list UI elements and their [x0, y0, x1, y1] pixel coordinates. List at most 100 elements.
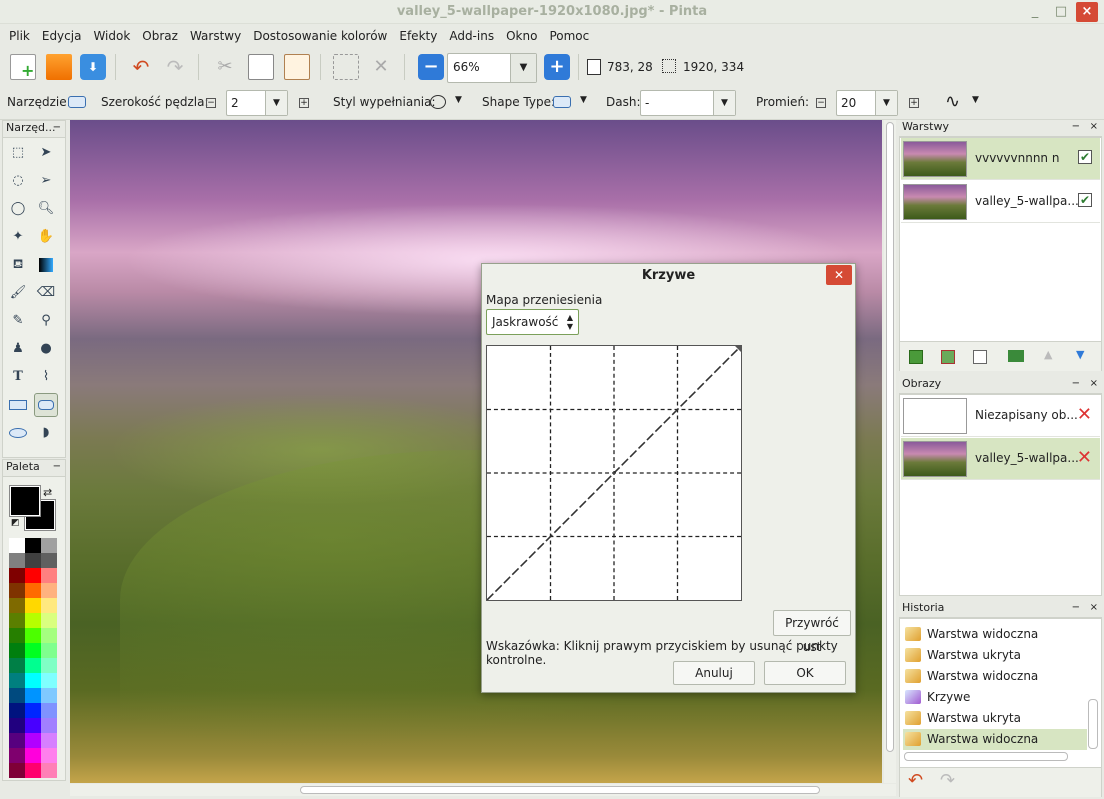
palette-swatch[interactable]: [9, 538, 25, 553]
palette-swatch[interactable]: [41, 628, 57, 643]
vertical-scrollbar[interactable]: [884, 120, 896, 783]
move-layer-down-icon[interactable]: ▼: [1076, 348, 1084, 361]
chevron-down-icon[interactable]: ▼: [972, 95, 979, 105]
palette-swatch[interactable]: [41, 568, 57, 583]
history-item[interactable]: Warstwa widoczna: [903, 729, 1087, 750]
palette-swatch[interactable]: [9, 733, 25, 748]
palette-swatch[interactable]: [41, 763, 57, 778]
history-scrollbar[interactable]: [1088, 699, 1098, 749]
zoom-in-icon[interactable]: +: [544, 54, 570, 80]
palette-swatch[interactable]: [41, 583, 57, 598]
menu-view[interactable]: Widok: [93, 29, 130, 43]
chevron-down-icon[interactable]: ▼: [580, 95, 587, 105]
chevron-down-icon[interactable]: ▼: [455, 95, 462, 105]
new-image-icon[interactable]: +: [10, 54, 36, 80]
menu-help[interactable]: Pomoc: [549, 29, 589, 43]
undo-icon[interactable]: ↶: [908, 770, 923, 791]
maximize-button[interactable]: □: [1050, 2, 1072, 22]
close-icon[interactable]: ×: [1090, 602, 1098, 613]
palette-swatch[interactable]: [25, 718, 41, 733]
palette-swatch[interactable]: [25, 613, 41, 628]
redo-icon[interactable]: ↷: [162, 54, 188, 80]
ellipse-select-icon[interactable]: ◯: [6, 197, 30, 221]
menu-edit[interactable]: Edycja: [42, 29, 82, 43]
palette-swatch[interactable]: [41, 643, 57, 658]
chevron-down-icon[interactable]: ▼: [875, 91, 897, 115]
palette-swatch[interactable]: [41, 688, 57, 703]
close-icon[interactable]: ×: [1090, 378, 1098, 389]
palette-swatch[interactable]: [25, 628, 41, 643]
close-window-button[interactable]: ×: [1076, 2, 1098, 22]
menu-addins[interactable]: Add-ins: [449, 29, 494, 43]
palette-swatch[interactable]: [9, 553, 25, 568]
layer-row[interactable]: valley_5-wallpa... ✔: [901, 181, 1100, 223]
zoom-out-icon[interactable]: −: [418, 54, 444, 80]
paintbrush-icon[interactable]: 🖌︎: [6, 281, 30, 305]
palette-swatch[interactable]: [9, 583, 25, 598]
decrease-radius-icon[interactable]: −: [816, 98, 826, 108]
palette-swatch[interactable]: [9, 643, 25, 658]
move-selected-icon[interactable]: ➤: [34, 141, 58, 165]
palette-swatch[interactable]: [25, 658, 41, 673]
cut-icon[interactable]: ✂: [212, 54, 238, 80]
history-item[interactable]: Warstwa widoczna: [903, 666, 1087, 687]
decrease-width-icon[interactable]: −: [206, 98, 216, 108]
minimize-icon[interactable]: −: [1072, 602, 1080, 613]
image-row[interactable]: Niezapisany ob... ✕: [901, 395, 1100, 437]
palette-swatch[interactable]: [25, 763, 41, 778]
collapse-icon[interactable]: −: [53, 122, 61, 133]
history-item[interactable]: Warstwa ukryta: [903, 645, 1087, 666]
pencil-icon[interactable]: ✎: [6, 309, 30, 333]
palette-swatch[interactable]: [41, 598, 57, 613]
add-layer-icon[interactable]: [909, 350, 923, 364]
palette-swatch[interactable]: [25, 748, 41, 763]
palette-swatch[interactable]: [9, 748, 25, 763]
duplicate-layer-icon[interactable]: [973, 350, 987, 364]
paste-icon[interactable]: [284, 54, 310, 80]
palette-swatch[interactable]: [9, 763, 25, 778]
clone-stamp-icon[interactable]: ♟: [6, 337, 30, 361]
palette-swatch[interactable]: [25, 688, 41, 703]
minimize-button[interactable]: _: [1024, 2, 1046, 22]
crop-icon[interactable]: [333, 54, 359, 80]
zoom-icon[interactable]: 🔍︎: [34, 197, 58, 221]
delete-layer-icon[interactable]: [941, 350, 955, 364]
eraser-icon[interactable]: ⌫: [34, 281, 58, 305]
zoom-select[interactable]: 66% ▼: [447, 53, 537, 83]
palette-swatch[interactable]: [41, 733, 57, 748]
palette-swatch[interactable]: [41, 748, 57, 763]
save-icon[interactable]: ⬇: [80, 54, 106, 80]
history-item[interactable]: Warstwa widoczna: [903, 624, 1087, 645]
palette-swatch[interactable]: [41, 673, 57, 688]
rounded-rectangle-icon[interactable]: [68, 96, 86, 108]
primary-color-swatch[interactable]: [9, 485, 41, 517]
rectangle-icon[interactable]: [6, 393, 30, 417]
rounded-rectangle-icon[interactable]: [34, 393, 58, 417]
menu-file[interactable]: Plik: [9, 29, 30, 43]
menu-adjustments[interactable]: Dostosowanie kolorów: [253, 29, 387, 43]
horizontal-scrollbar[interactable]: [70, 784, 896, 796]
recolor-icon[interactable]: ●: [34, 337, 58, 361]
increase-width-icon[interactable]: +: [299, 98, 309, 108]
merge-layer-icon[interactable]: [1008, 350, 1024, 362]
brush-width-input[interactable]: 2 ▼: [226, 90, 288, 116]
visibility-checkbox[interactable]: ✔: [1078, 150, 1092, 164]
reset-colors-icon[interactable]: ◩: [11, 518, 20, 528]
magic-wand-icon[interactable]: ✦: [6, 225, 30, 249]
history-item[interactable]: Warstwa ukryta: [903, 708, 1087, 729]
layer-row[interactable]: vvvvvvnnnn n ✔: [901, 138, 1100, 180]
palette-swatch[interactable]: [9, 688, 25, 703]
radius-input[interactable]: 20 ▼: [836, 90, 898, 116]
pan-icon[interactable]: ✋: [34, 225, 58, 249]
copy-icon[interactable]: [248, 54, 274, 80]
palette-swatch[interactable]: [41, 553, 57, 568]
lasso-select-icon[interactable]: ◌: [6, 169, 30, 193]
text-icon[interactable]: T: [6, 365, 30, 389]
deselect-icon[interactable]: ✕: [368, 54, 394, 80]
palette-swatch[interactable]: [9, 703, 25, 718]
palette-swatch[interactable]: [25, 673, 41, 688]
shape-type-icon[interactable]: [553, 96, 571, 108]
gradient-icon[interactable]: [34, 253, 58, 277]
minimize-icon[interactable]: −: [1072, 378, 1080, 389]
move-selection-icon[interactable]: ➢: [34, 169, 58, 193]
